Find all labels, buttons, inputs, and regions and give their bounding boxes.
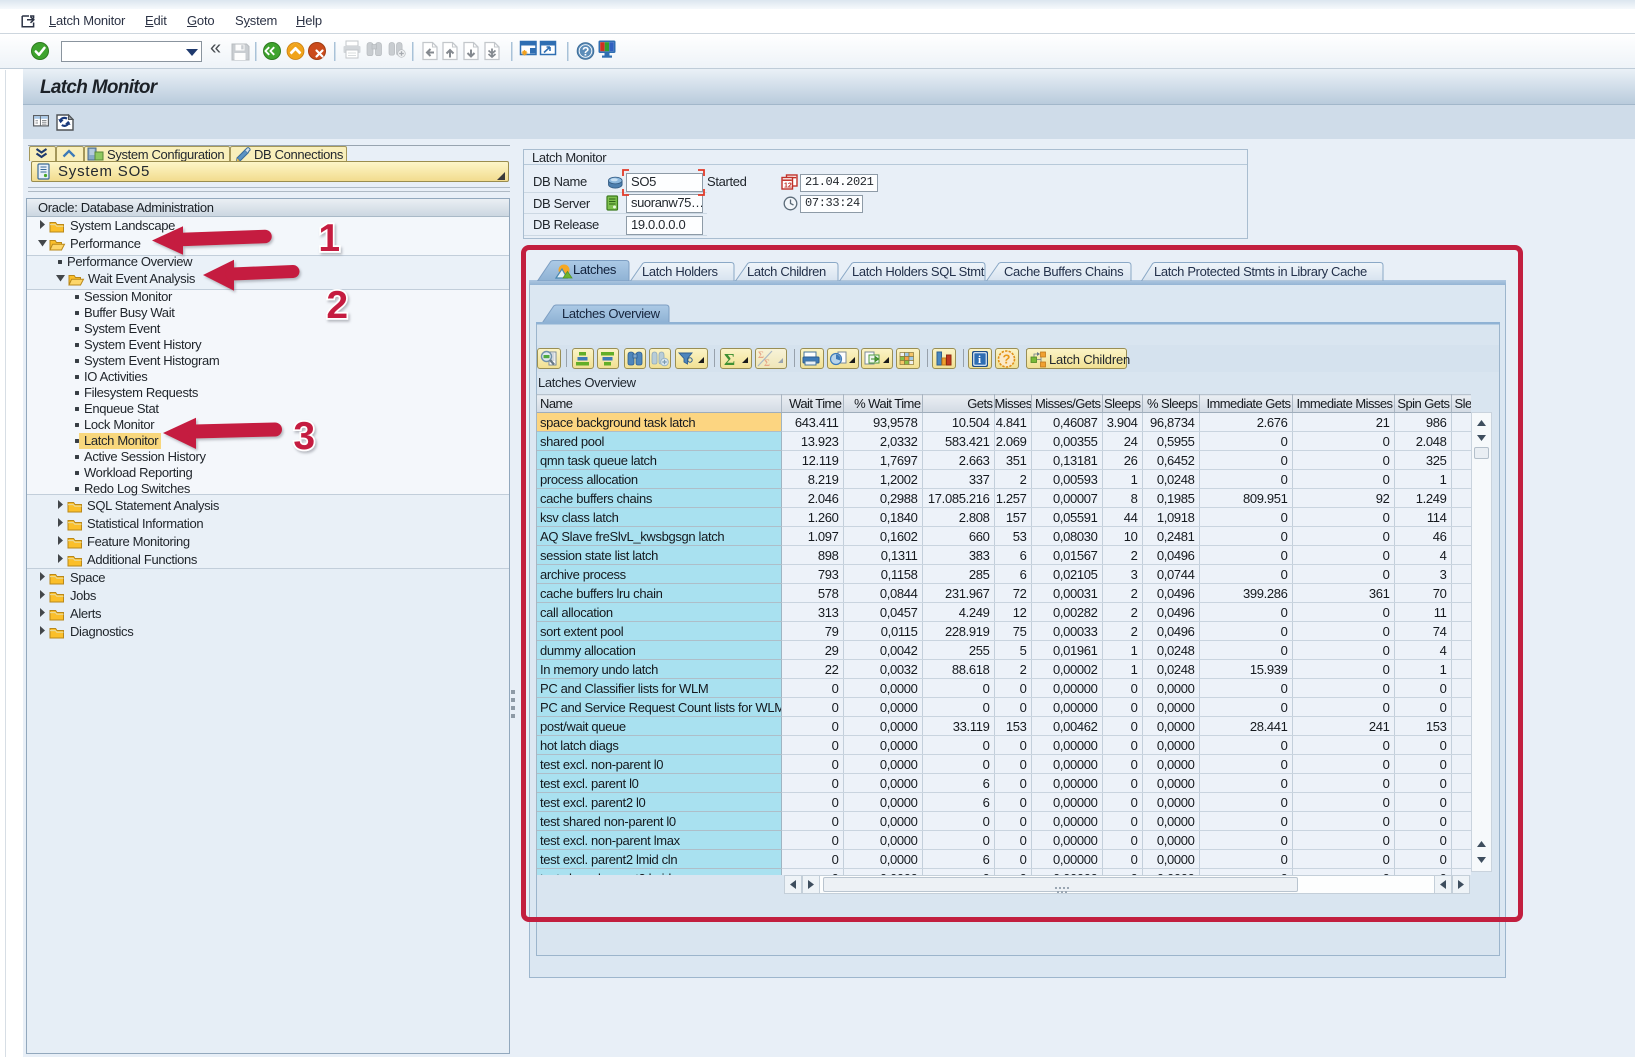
svg-text:?: ? bbox=[582, 45, 589, 59]
svg-text:12: 12 bbox=[784, 183, 792, 190]
